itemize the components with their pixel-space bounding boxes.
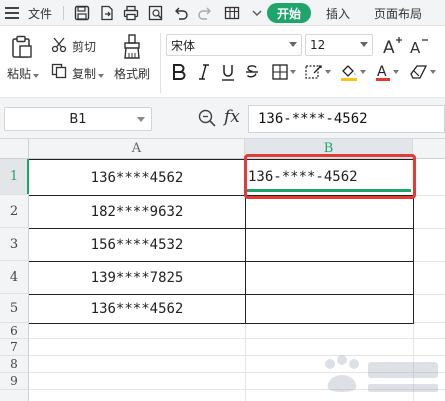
borders-icon[interactable] <box>269 61 299 83</box>
grow-font-icon[interactable]: A <box>383 34 403 56</box>
paste-dropdown-caret[interactable] <box>33 74 40 78</box>
shrink-font-icon[interactable]: A <box>409 34 429 56</box>
fill-color-dropdown-caret[interactable] <box>360 70 366 74</box>
table-border <box>413 159 414 324</box>
strikethrough-icon[interactable] <box>243 61 261 83</box>
copy-button[interactable]: 复制 <box>72 65 105 82</box>
gridline <box>413 195 445 196</box>
svg-text:A: A <box>377 64 387 80</box>
row-header-10[interactable] <box>0 390 29 401</box>
paste-button[interactable]: 粘贴 <box>7 65 40 82</box>
cell-b2[interactable] <box>248 196 412 228</box>
row-header-6[interactable]: 6 <box>0 323 29 339</box>
table-border <box>29 323 414 324</box>
row-header-3[interactable]: 3 <box>0 228 29 261</box>
cell-a3[interactable]: 156****4532 <box>29 229 245 261</box>
tab-insert[interactable]: 插入 <box>326 0 350 26</box>
svg-text:A: A <box>410 39 421 55</box>
cell-a5[interactable]: 136****4562 <box>29 295 245 323</box>
cell-style-dropdown-caret[interactable] <box>325 70 331 74</box>
format-painter-icon[interactable] <box>121 33 143 61</box>
svg-text:A: A <box>383 38 395 55</box>
undo-icon[interactable] <box>171 3 191 23</box>
paste-label: 粘贴 <box>7 67 32 81</box>
column-header-c[interactable] <box>413 139 445 159</box>
print-preview-icon[interactable] <box>146 3 166 23</box>
copy-dropdown-caret[interactable] <box>98 74 105 78</box>
copy-icon[interactable] <box>50 62 68 80</box>
row-header-5[interactable]: 5 <box>0 294 29 323</box>
name-box[interactable]: B1 <box>4 107 152 131</box>
save-icon[interactable] <box>72 3 92 23</box>
menu-bar: 文件 开始 插入 页面布局 <box>0 0 445 26</box>
gridline <box>413 294 445 295</box>
font-size-select[interactable]: 12 <box>305 34 373 56</box>
cell-a4[interactable]: 139****7825 <box>29 262 245 294</box>
spreadsheet-grid: A B 1 2 3 4 5 6 7 8 9 136****4562 182***… <box>0 139 445 401</box>
more-chevron-icon[interactable] <box>247 3 267 23</box>
row-header-1[interactable]: 1 <box>0 159 29 195</box>
paste-icon[interactable] <box>10 34 34 60</box>
row-header-4[interactable]: 4 <box>0 261 29 294</box>
hamburger-menu-icon[interactable] <box>2 3 22 23</box>
baidu-watermark-icon <box>312 348 445 401</box>
cell-style-icon[interactable] <box>303 61 333 83</box>
gridline <box>413 322 445 323</box>
row-header-7[interactable]: 7 <box>0 339 29 356</box>
menu-divider <box>63 6 64 20</box>
italic-icon[interactable] <box>195 61 213 83</box>
chevron-down-icon <box>360 42 368 47</box>
column-header-b[interactable]: B <box>245 139 413 159</box>
copy-label: 复制 <box>72 67 97 81</box>
formula-input[interactable]: 136-****-4562 <box>248 105 445 133</box>
name-box-value: B1 <box>69 111 87 127</box>
cell-a1[interactable]: 136****4562 <box>29 160 245 195</box>
borders-dropdown-caret[interactable] <box>290 70 296 74</box>
scissors-icon[interactable] <box>50 36 68 54</box>
underline-icon[interactable] <box>219 61 237 83</box>
format-painter-button[interactable]: 格式刷 <box>114 65 150 82</box>
table-border <box>245 159 246 324</box>
formula-bar: B1 fx 136-****-4562 <box>0 97 445 139</box>
chevron-down-icon <box>137 117 145 122</box>
redo-icon[interactable] <box>195 3 215 23</box>
fill-color-icon[interactable] <box>338 61 368 83</box>
format-table-icon[interactable] <box>222 3 242 23</box>
font-color-icon[interactable]: A <box>372 61 402 83</box>
font-size-value: 12 <box>310 38 326 52</box>
cell-a2[interactable]: 182****9632 <box>29 196 245 228</box>
cell-b4[interactable] <box>248 262 412 294</box>
cell-b3[interactable] <box>248 229 412 261</box>
row-header-2[interactable]: 2 <box>0 195 29 228</box>
clear-dropdown-caret[interactable] <box>430 70 436 74</box>
column-header-a[interactable]: A <box>29 139 245 159</box>
row-header-8[interactable]: 8 <box>0 356 29 373</box>
print-icon[interactable] <box>121 3 141 23</box>
fx-icon[interactable]: fx <box>224 107 240 127</box>
clear-icon[interactable] <box>407 61 439 83</box>
zoom-search-icon[interactable] <box>197 108 217 128</box>
export-icon[interactable] <box>97 3 117 23</box>
row-header-9[interactable]: 9 <box>0 373 29 390</box>
gridline <box>245 323 246 401</box>
font-name-value: 宋体 <box>171 38 196 53</box>
cell-selection-indicator <box>247 189 411 192</box>
tab-home[interactable]: 开始 <box>267 3 311 23</box>
tab-page-layout[interactable]: 页面布局 <box>374 0 422 26</box>
select-all-corner[interactable] <box>0 139 29 159</box>
gridline <box>413 261 445 262</box>
font-name-select[interactable]: 宋体 <box>166 34 302 56</box>
cut-button[interactable]: 剪切 <box>72 38 96 55</box>
gridline <box>29 338 445 339</box>
font-color-dropdown-caret[interactable] <box>393 70 399 74</box>
cell-b5[interactable] <box>248 295 412 323</box>
ribbon-divider <box>160 33 161 93</box>
bold-icon[interactable] <box>170 61 188 83</box>
gridline <box>413 228 445 229</box>
chevron-down-icon <box>289 42 297 47</box>
file-menu[interactable]: 文件 <box>28 0 52 26</box>
